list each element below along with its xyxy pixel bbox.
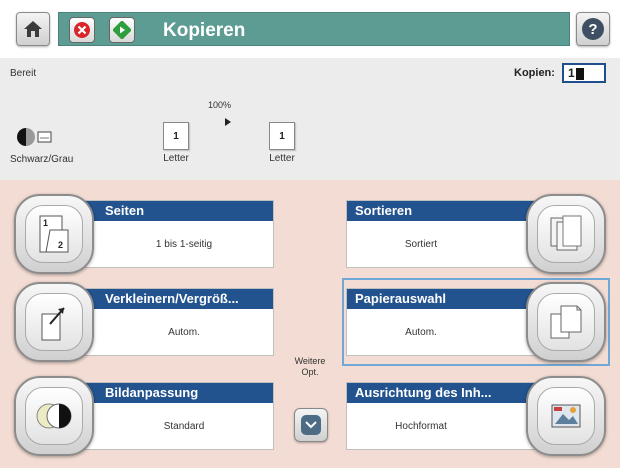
tile-value: 1 bis 1-seitig xyxy=(155,239,213,250)
tile-reduce-enlarge[interactable]: Verkleinern/Vergröß... Autom. xyxy=(14,282,274,362)
tile-value: Hochformat xyxy=(395,421,447,432)
color-mode-label: Schwarz/Grau xyxy=(10,154,74,165)
source-paper-label: Letter xyxy=(163,153,189,164)
tile-image-adjust[interactable]: Bildanpassung Standard xyxy=(14,376,274,456)
output-paper-label: Letter xyxy=(269,153,295,164)
title-strip: Kopieren xyxy=(58,12,570,46)
copies-label: Kopien: xyxy=(514,67,555,79)
image-adjust-button[interactable] xyxy=(14,376,94,456)
page-title: Kopieren xyxy=(163,20,246,41)
tile-value: Standard xyxy=(163,421,205,432)
tile-value: Sortiert xyxy=(404,239,438,250)
output-count: 1 xyxy=(279,130,285,142)
orientation-icon xyxy=(551,404,581,428)
help-button[interactable]: ? xyxy=(576,12,610,46)
tile-orientation[interactable]: Ausrichtung des Inh... Hochformat xyxy=(346,376,606,456)
more-options-line1: Weitere xyxy=(294,356,326,366)
image-adjust-icon xyxy=(36,403,72,429)
output-sheet-icon: 1 xyxy=(269,122,295,150)
sides-button[interactable]: 1 2 xyxy=(14,194,94,274)
cancel-icon xyxy=(74,22,90,38)
paper-select-button[interactable] xyxy=(526,282,606,362)
copies-value: 1 xyxy=(568,66,575,80)
tile-paper-select[interactable]: Papierauswahl Autom. xyxy=(342,278,610,366)
help-icon: ? xyxy=(582,18,604,40)
collate-button[interactable] xyxy=(526,194,606,274)
status-text: Bereit xyxy=(10,68,37,79)
tile-collate[interactable]: Sortieren Sortiert xyxy=(346,194,606,274)
tile-sides[interactable]: Seiten 1 bis 1-seitig 1 2 xyxy=(14,194,274,274)
collate-icon xyxy=(550,215,582,251)
home-button[interactable] xyxy=(16,12,50,46)
options-area: Seiten 1 bis 1-seitig 1 2 Sortieren Sort… xyxy=(0,180,620,468)
sides-icon: 1 2 xyxy=(39,215,69,253)
zoom-label: 100% xyxy=(208,100,232,110)
text-cursor xyxy=(575,67,584,80)
reduce-enlarge-button[interactable] xyxy=(14,282,94,362)
source-count: 1 xyxy=(173,130,179,142)
orientation-button[interactable] xyxy=(526,376,606,456)
home-icon xyxy=(24,21,42,37)
source-paper: 1 Letter xyxy=(160,122,192,164)
svg-text:?: ? xyxy=(588,21,597,38)
chevron-down-icon xyxy=(305,421,317,429)
cancel-button[interactable] xyxy=(69,17,95,43)
top-bar: Kopieren ? xyxy=(0,0,620,58)
more-options-label: Weitere Opt. xyxy=(282,356,338,378)
output-paper: 1 Letter xyxy=(266,122,298,164)
black-gray-icon xyxy=(17,128,52,146)
paper-select-icon xyxy=(550,305,582,339)
svg-text:1: 1 xyxy=(43,218,48,228)
svg-text:2: 2 xyxy=(58,240,63,250)
copies-input[interactable]: 1 xyxy=(562,63,606,83)
more-options-button[interactable] xyxy=(294,408,328,442)
tile-value: Autom. xyxy=(168,327,200,338)
status-area: Bereit Kopien: 1 Schwarz/Grau 1 Letter 1… xyxy=(0,58,620,180)
source-sheet-icon: 1 xyxy=(163,122,189,150)
arrow-right-icon xyxy=(225,118,231,126)
color-mode-setting[interactable]: Schwarz/Grau xyxy=(10,126,90,166)
more-options-line2: Opt. xyxy=(301,367,319,377)
start-button[interactable] xyxy=(109,17,135,43)
reduce-enlarge-icon xyxy=(41,307,65,341)
tile-value: Autom. xyxy=(405,327,437,338)
start-icon xyxy=(113,21,131,39)
